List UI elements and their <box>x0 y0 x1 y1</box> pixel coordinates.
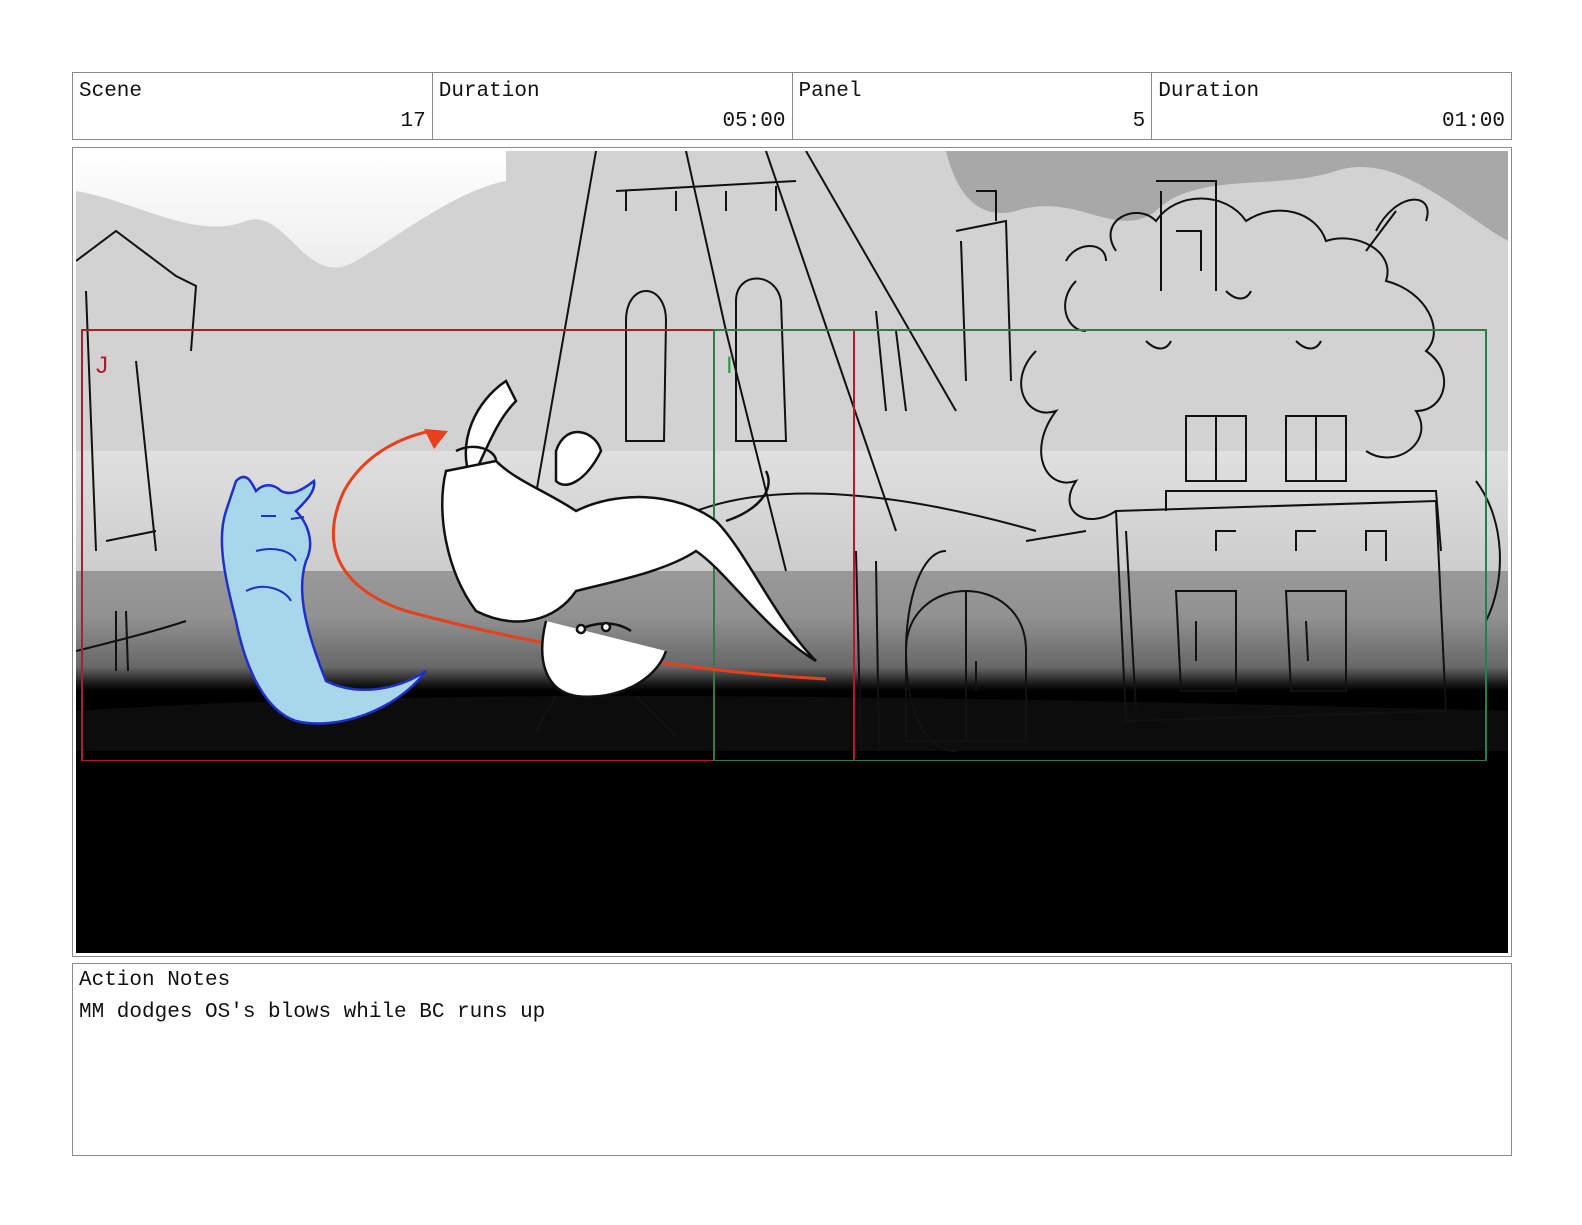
letterbox-ground <box>76 761 1508 953</box>
action-notes-label: Action Notes <box>79 969 231 992</box>
storyboard-panel-image: J I <box>76 151 1508 953</box>
i-frame-marker: I <box>726 352 733 379</box>
scene-cell: Scene 17 <box>73 73 433 139</box>
panel-duration-label: Duration <box>1158 80 1260 103</box>
panel-label: Panel <box>798 80 862 103</box>
panel-duration-cell: Duration 01:00 <box>1152 73 1511 139</box>
panel-duration-value: 01:00 <box>1441 110 1505 133</box>
panel-cell: Panel 5 <box>793 73 1153 139</box>
scene-label: Scene <box>79 80 143 103</box>
scene-duration-value: 05:00 <box>722 110 786 133</box>
panel-header: Scene 17 Duration 05:00 Panel 5 Duration… <box>72 72 1512 140</box>
j-frame-marker: J <box>96 352 108 379</box>
action-notes-text: MM dodges OS's blows while BC runs up <box>79 1001 546 1024</box>
panel-number: 5 <box>1132 110 1146 133</box>
scene-number: 17 <box>400 110 426 133</box>
scene-duration-label: Duration <box>438 80 540 103</box>
action-notes-box: Action Notes MM dodges OS's blows while … <box>72 963 1512 1156</box>
scene-duration-cell: Duration 05:00 <box>433 73 793 139</box>
storyboard-sketch: J I <box>76 151 1508 953</box>
